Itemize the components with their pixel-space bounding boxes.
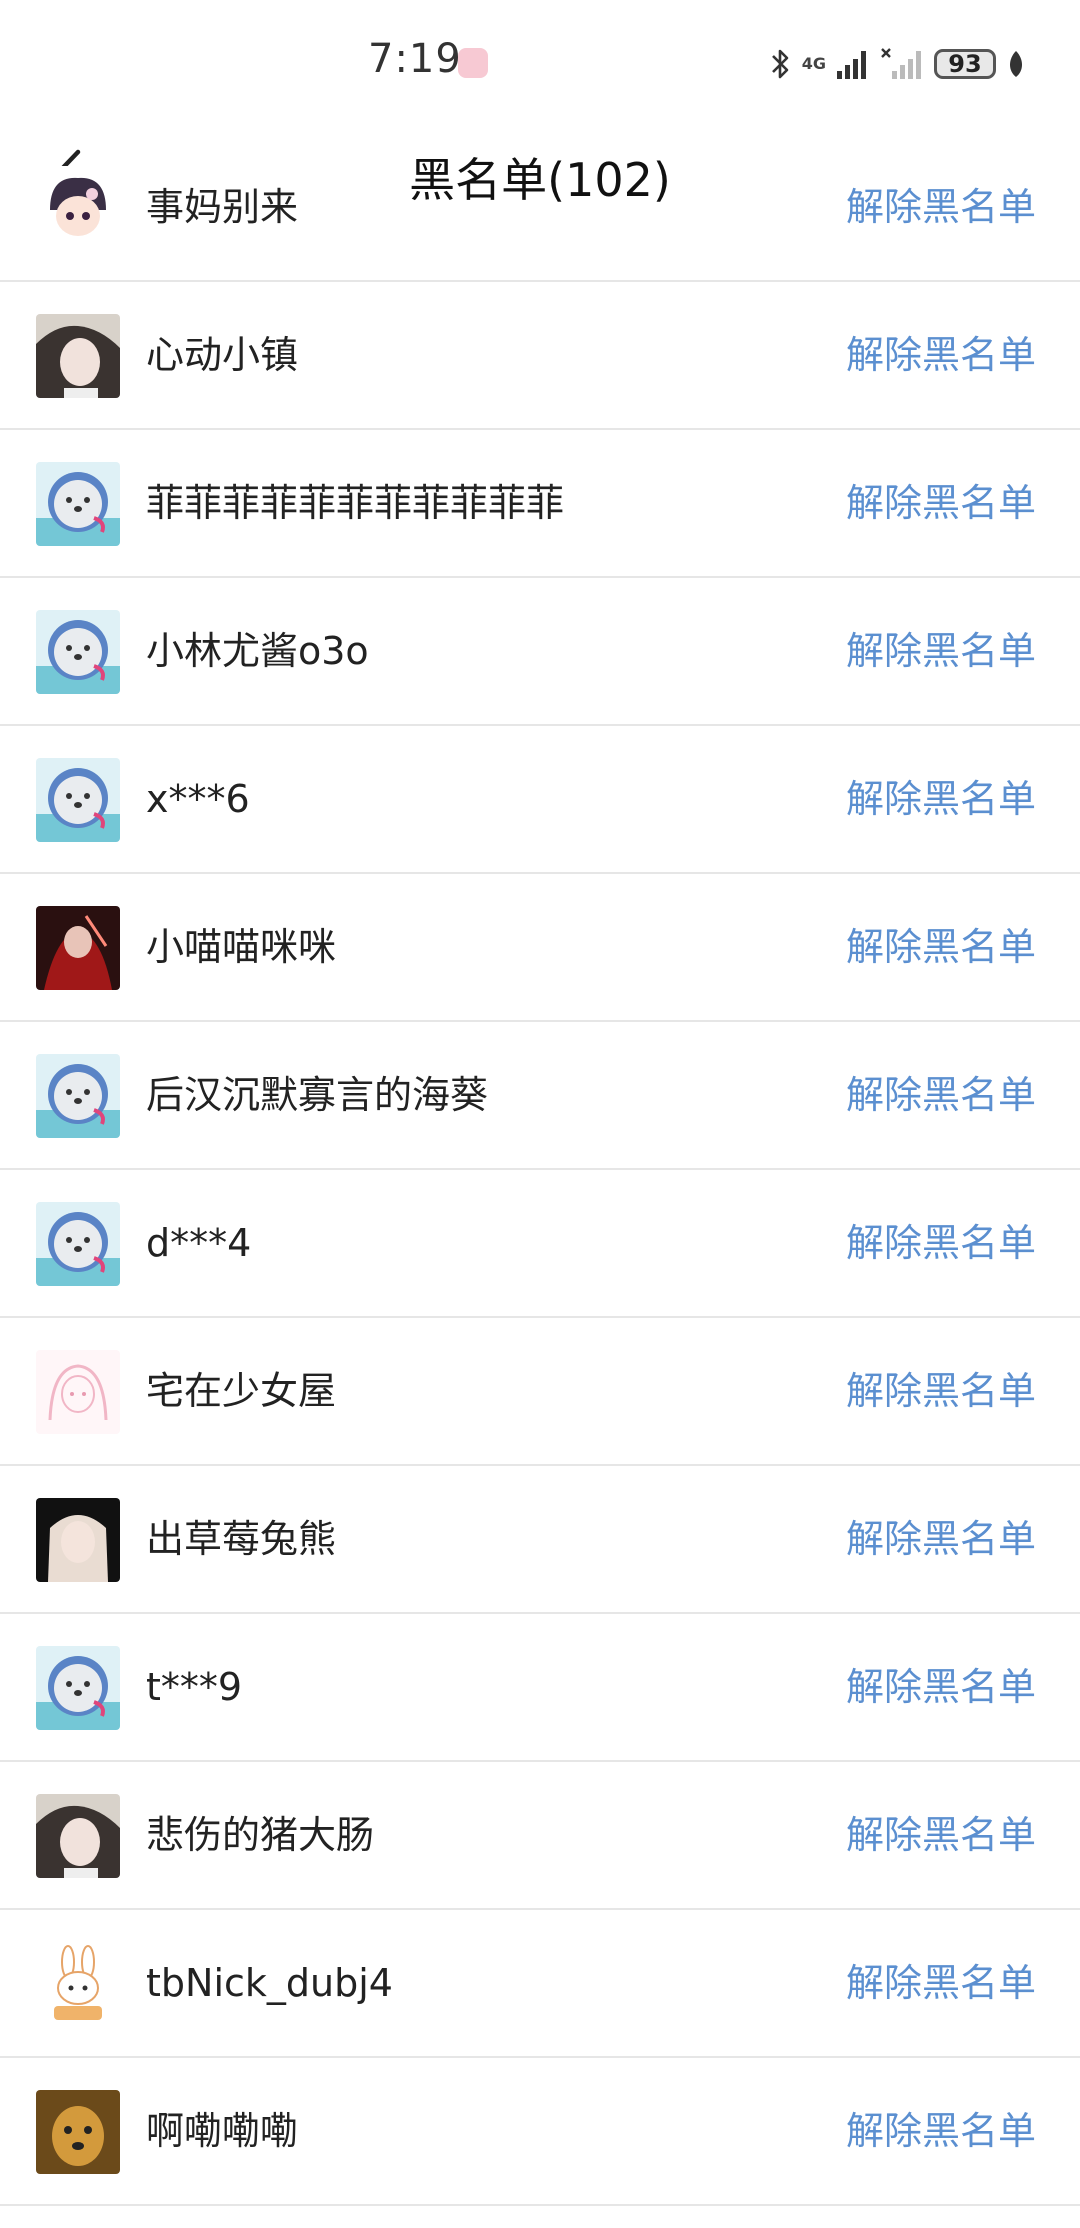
username: 小林尤酱o3o xyxy=(146,629,369,673)
user-avatar[interactable] xyxy=(36,314,120,398)
user-avatar[interactable] xyxy=(36,1646,120,1730)
user-avatar[interactable] xyxy=(36,610,120,694)
unblock-button[interactable]: 解除黑名单 xyxy=(846,1218,1036,1268)
username: tbNick_dubj4 xyxy=(146,1961,393,2005)
blacklist-row: x***6 解除黑名单 xyxy=(0,726,1080,874)
signal-strength-icon xyxy=(837,51,866,79)
blacklist-row: 出草莓兔熊 解除黑名单 xyxy=(0,1466,1080,1614)
username: 悲伤的猪大肠 xyxy=(146,1813,375,1857)
unblock-button[interactable]: 解除黑名单 xyxy=(846,774,1036,824)
bluetooth-icon xyxy=(771,49,789,79)
network-type-label: 4G xyxy=(801,54,826,73)
blacklist-row: 心动小镇 解除黑名单 xyxy=(0,282,1080,430)
blacklist-row: 后汉沉默寡言的海葵 解除黑名单 xyxy=(0,1022,1080,1170)
username: t***9 xyxy=(146,1665,243,1709)
username: 啊嘞嘞嘞 xyxy=(146,2109,299,2153)
user-avatar[interactable] xyxy=(36,1054,120,1138)
unblock-button[interactable]: 解除黑名单 xyxy=(846,1070,1036,1120)
blacklist-row: 菲菲菲菲菲菲菲菲菲菲菲 解除黑名单 xyxy=(0,430,1080,578)
blacklist-row: 小林尤酱o3o 解除黑名单 xyxy=(0,578,1080,726)
unblock-button[interactable]: 解除黑名单 xyxy=(846,1366,1036,1416)
blacklist-row: t***9 解除黑名单 xyxy=(0,1614,1080,1762)
unblock-button[interactable]: 解除黑名单 xyxy=(846,1514,1036,1564)
unblock-button[interactable]: 解除黑名单 xyxy=(846,1958,1036,2008)
blacklist-row: 宅在少女屋 解除黑名单 xyxy=(0,1318,1080,1466)
unblock-button[interactable]: 解除黑名单 xyxy=(846,182,1036,232)
blacklist-row: 小喵喵咪咪 解除黑名单 xyxy=(0,874,1080,1022)
username: 宅在少女屋 xyxy=(146,1369,337,1413)
signal-no-service-icon xyxy=(881,48,921,79)
user-avatar[interactable] xyxy=(36,166,120,250)
user-avatar[interactable] xyxy=(36,2090,120,2174)
unblock-button[interactable]: 解除黑名单 xyxy=(846,330,1036,380)
blacklist-row: 啊嘞嘞嘞 解除黑名单 xyxy=(0,2058,1080,2206)
username: x***6 xyxy=(146,777,250,821)
unblock-button[interactable]: 解除黑名单 xyxy=(846,626,1036,676)
user-avatar[interactable] xyxy=(36,906,120,990)
power-saving-leaf-icon xyxy=(1010,51,1022,77)
user-avatar[interactable] xyxy=(36,1498,120,1582)
unblock-button[interactable]: 解除黑名单 xyxy=(846,1810,1036,1860)
blacklist-row: 事妈别来 解除黑名单 xyxy=(0,134,1080,282)
username: 后汉沉默寡言的海葵 xyxy=(146,1073,489,1117)
blacklist-row: tbNick_dubj4 解除黑名单 xyxy=(0,1910,1080,2058)
unblock-button[interactable]: 解除黑名单 xyxy=(846,922,1036,972)
battery-icon: 93 xyxy=(934,49,996,79)
blacklist-row: d***4 解除黑名单 xyxy=(0,1170,1080,1318)
username: 事妈别来 xyxy=(146,185,299,229)
app-notification-icon xyxy=(458,48,488,78)
user-avatar[interactable] xyxy=(36,758,120,842)
username: 小喵喵咪咪 xyxy=(146,925,337,969)
status-bar: 7:19 4G 93 xyxy=(0,0,1080,120)
user-avatar[interactable] xyxy=(36,1942,120,2026)
status-icons: 4G 93 xyxy=(770,44,1026,84)
user-avatar[interactable] xyxy=(36,1350,120,1434)
user-avatar[interactable] xyxy=(36,1794,120,1878)
username: 出草莓兔熊 xyxy=(146,1517,337,1561)
username: 心动小镇 xyxy=(146,333,299,377)
blacklist-row: 悲伤的猪大肠 解除黑名单 xyxy=(0,1762,1080,1910)
user-avatar[interactable] xyxy=(36,1202,120,1286)
blacklist: 事妈别来 解除黑名单 心动小镇 解除黑名单 菲菲菲菲菲菲菲菲菲菲菲 解除黑名单 小林尤… xyxy=(0,134,1080,2206)
unblock-button[interactable]: 解除黑名单 xyxy=(846,2106,1036,2156)
username: 菲菲菲菲菲菲菲菲菲菲菲 xyxy=(146,481,565,525)
unblock-button[interactable]: 解除黑名单 xyxy=(846,1662,1036,1712)
user-avatar[interactable] xyxy=(36,462,120,546)
username: d***4 xyxy=(146,1221,252,1265)
status-time: 7:19 xyxy=(368,36,462,82)
unblock-button[interactable]: 解除黑名单 xyxy=(846,478,1036,528)
